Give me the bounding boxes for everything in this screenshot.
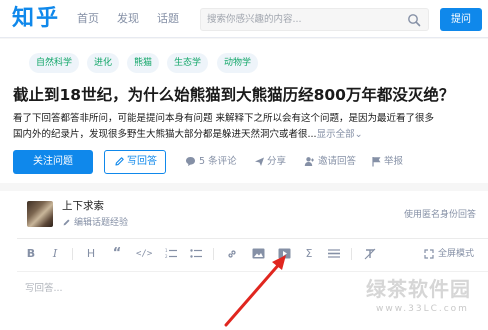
write-answer-label: 写回答 [127,156,157,167]
divider-icon[interactable] [326,246,342,262]
video-icon[interactable] [276,246,292,262]
svg-text:1: 1 [165,248,168,253]
fullscreen-label: 全屏模式 [438,249,475,259]
code-icon[interactable]: </> [136,246,152,262]
search-icon[interactable] [407,13,421,27]
answer-editor-card: 上下求索 编辑话题经验 使用匿名身份回答 B I H “ </> 12 Σ 全屏… [0,191,488,330]
bold-icon[interactable]: B [23,246,39,262]
expand-icon [424,249,434,259]
zhihu-logo[interactable]: 知乎 [12,5,60,33]
question-description-text: 国内外的纪录片，发现很多野生大熊猫大部分都是躲进天然洞穴或者很... [13,129,317,140]
write-answer-button[interactable]: 写回答 [104,150,166,174]
comments-label: 5 条评论 [199,156,237,167]
formula-icon[interactable]: Σ [301,246,317,262]
report-action[interactable]: 举报 [371,155,403,169]
ordered-list-icon[interactable]: 12 [163,246,179,262]
topic-tag[interactable]: 熊猫 [127,53,160,73]
nav-discover[interactable]: 发现 [117,12,139,26]
edit-bio-label: 编辑话题经验 [74,218,129,228]
avatar[interactable] [27,201,53,227]
pencil-icon [115,157,124,166]
topic-tag[interactable]: 进化 [87,53,120,73]
toolbar-separator [351,248,352,260]
question-description-line: 看了下回答都答非所问，可能是提问本身有问题 来解释下之所以会有这个问题，是因为最… [13,113,435,124]
show-all-link[interactable]: 显示全部 [317,129,355,140]
nav-home[interactable]: 首页 [77,12,99,26]
invite-answer-action[interactable]: 邀请回答 [304,155,356,169]
share-action[interactable]: 分享 [254,155,286,169]
editor-toolbar: B I H “ </> 12 Σ 全屏模式 [0,243,488,265]
search-input[interactable] [207,12,397,27]
share-label: 分享 [267,156,287,167]
report-label: 举报 [384,156,404,167]
topic-tag[interactable]: 自然科学 [29,53,80,73]
edit-bio-link[interactable]: 编辑话题经验 [62,217,128,229]
follow-question-button[interactable]: 关注问题 [13,150,93,174]
topic-tag[interactable]: 生态学 [167,53,209,73]
question-title: 截止到18世纪，为什么始熊猫到大熊猫历经800万年都没灭绝？ [13,86,455,104]
search-box [200,8,429,31]
invite-icon [304,157,314,166]
toolbar-separator [213,248,214,260]
answer-editor [17,271,488,330]
heading-icon[interactable]: H [83,246,99,262]
chevron-down-icon[interactable]: ⌄ [355,129,363,140]
clear-format-icon[interactable] [362,246,378,262]
username[interactable]: 上下求索 [62,200,104,213]
divider [17,238,488,239]
ask-question-button[interactable]: 提问 [440,8,482,31]
comments-action[interactable]: 5 条评论 [185,155,237,169]
link-icon[interactable] [224,246,240,262]
nav-topics[interactable]: 话题 [157,12,179,26]
fullscreen-button[interactable]: 全屏模式 [424,246,474,262]
question-description: 看了下回答都答非所问，可能是提问本身有问题 来解释下之所以会有这个问题，是因为最… [13,111,488,143]
question-card: 自然科学 进化 熊猫 生态学 动物学 截止到18世纪，为什么始熊猫到大熊猫历经8… [0,39,488,183]
topic-tag[interactable]: 动物学 [217,53,259,73]
top-header: 知乎 首页 发现 话题 提问 [0,0,488,38]
invite-answer-label: 邀请回答 [318,156,357,167]
question-description-line: 国内外的纪录片，发现很多野生大熊猫大部分都是躲进天然洞穴或者很...显示全部⌄ [13,127,488,143]
pencil-icon [63,219,70,226]
image-icon[interactable] [250,246,266,262]
flag-icon [372,157,381,167]
answer-input[interactable] [25,280,325,300]
anonymous-answer-toggle[interactable]: 使用匿名身份回答 [404,209,476,221]
toolbar-separator [72,248,73,260]
quote-icon[interactable]: “ [109,246,125,262]
share-icon [255,157,264,166]
comment-icon [186,157,195,166]
unordered-list-icon[interactable] [188,246,204,262]
italic-icon[interactable]: I [47,246,63,262]
svg-text:2: 2 [165,254,168,259]
